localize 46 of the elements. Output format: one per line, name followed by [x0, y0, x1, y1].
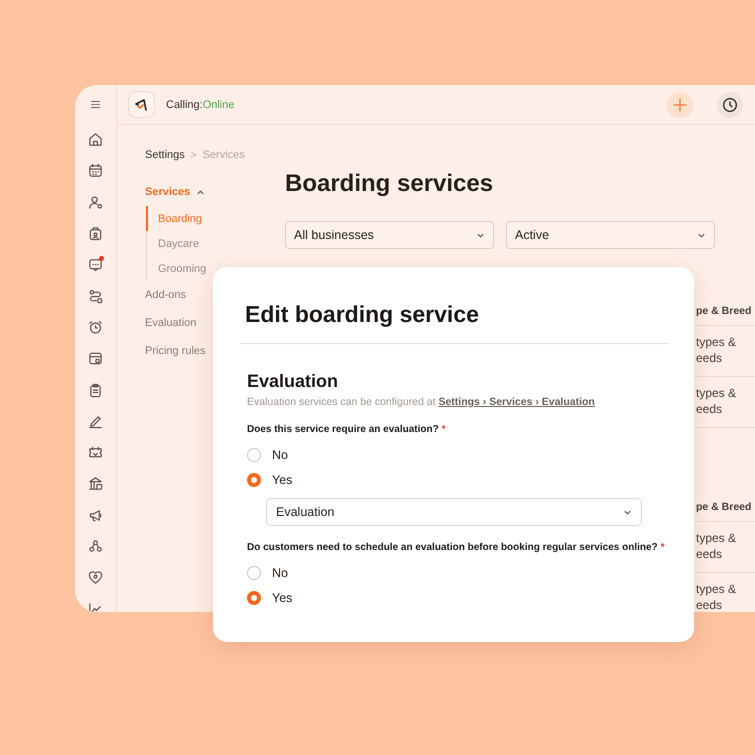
table-cell-text: types & eeds [695, 335, 738, 367]
section-hint: Evaluation services can be configured at Settings › Services › Evaluation [247, 396, 596, 408]
calling-status: Calling:Online [166, 98, 234, 110]
settings-link[interactable]: Settings › Services › Evaluation [438, 396, 595, 408]
history-button[interactable] [717, 92, 743, 118]
chart-icon[interactable] [88, 602, 103, 612]
bag-icon[interactable] [88, 226, 103, 242]
table-cell-text: types & eeds [695, 531, 738, 563]
megaphone-icon[interactable] [88, 508, 103, 523]
heart-icon[interactable] [88, 570, 103, 586]
calendar-icon[interactable] [88, 163, 103, 178]
route-icon[interactable] [88, 288, 103, 304]
filter-dropdown[interactable]: All businesses [285, 221, 494, 249]
chat-icon[interactable] [88, 257, 103, 272]
ticket-icon[interactable] [88, 445, 103, 460]
breadcrumb-link[interactable]: Settings [145, 149, 185, 161]
page-title: Boarding services [285, 170, 494, 199]
bank-icon[interactable] [88, 476, 103, 492]
table-cell-text: types & eeds [695, 386, 738, 418]
table-cell-text: types & eeds [695, 582, 738, 612]
radio-button[interactable] [247, 448, 261, 462]
card-icon[interactable] [88, 351, 103, 366]
evaluation-select[interactable]: Evaluation [266, 498, 642, 526]
question-label: Does this service require an evaluation? * [247, 424, 447, 435]
clipboard-icon[interactable] [88, 382, 103, 398]
radio-button[interactable] [247, 472, 261, 486]
logo-icon [128, 91, 155, 118]
radio-label[interactable]: No [272, 566, 288, 580]
alarm-icon[interactable] [88, 320, 103, 335]
filter-dropdown[interactable]: Active [506, 221, 715, 249]
dialog-title: Edit boarding service [245, 301, 480, 329]
radio-button[interactable] [247, 590, 261, 604]
radio-label[interactable]: Yes [272, 472, 292, 486]
user-icon[interactable] [88, 194, 103, 210]
caret-up-icon [196, 188, 206, 196]
radio-label[interactable]: No [272, 448, 288, 462]
clock-icon [722, 96, 738, 112]
home-icon[interactable] [88, 132, 103, 148]
question-label: Do customers need to schedule an evaluation before booking regular services online? * [247, 542, 666, 553]
radio-label[interactable]: Yes [272, 590, 292, 604]
section-title: Evaluation [247, 371, 340, 392]
breadcrumb-separator: > [190, 150, 197, 160]
menu-icon[interactable] [90, 99, 101, 110]
pencil-icon[interactable] [88, 414, 103, 429]
plus-icon [672, 96, 688, 112]
radio-button[interactable] [247, 566, 261, 580]
